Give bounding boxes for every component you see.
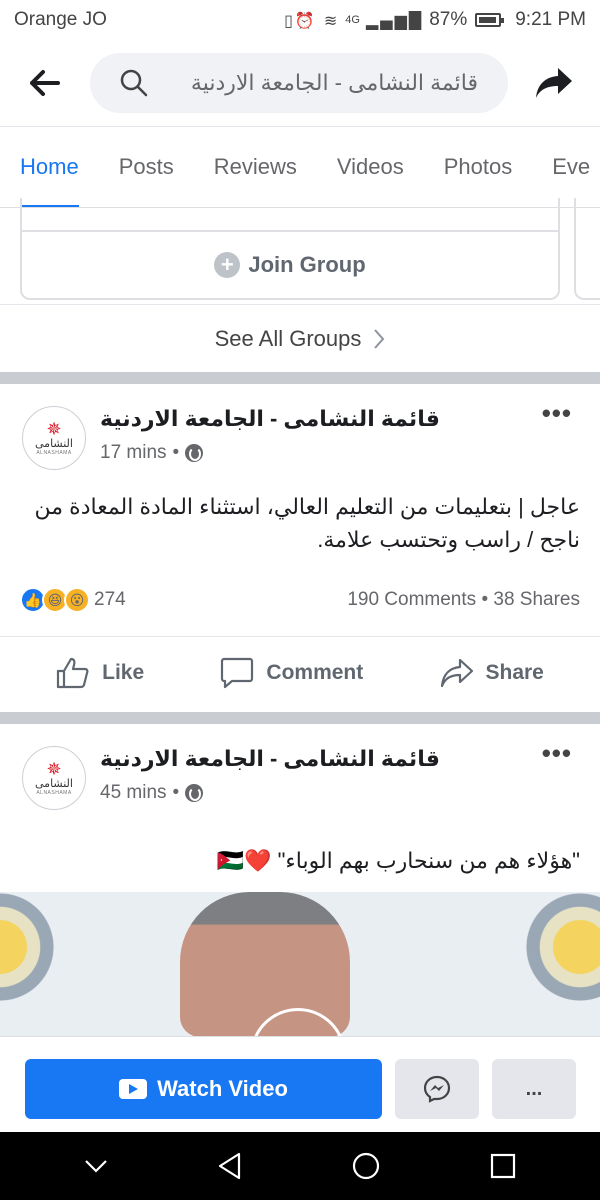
- chevron-right-icon: [374, 328, 385, 349]
- post-header: ✵ النشامى ALNASHAMA قائمة النشامى - الجا…: [0, 724, 600, 824]
- post-options-button[interactable]: •••: [542, 398, 572, 429]
- battery-percent: 87%: [429, 9, 468, 30]
- tab-events[interactable]: Eve: [552, 127, 590, 207]
- video-play-icon: [119, 1079, 148, 1099]
- battery-icon: [475, 13, 505, 27]
- chevron-down-icon[interactable]: [84, 1159, 108, 1173]
- share-arrow-icon: [440, 658, 473, 687]
- post-meta: 17 mins •: [100, 442, 204, 464]
- like-label: Like: [102, 660, 145, 684]
- feed-separator: [0, 712, 600, 724]
- watch-video-label: Watch Video: [157, 1076, 288, 1101]
- post-actions: Like Comment Share: [0, 636, 600, 708]
- shares-count[interactable]: 38 Shares: [493, 589, 580, 610]
- status-bar: Orange JO ▯⏰ ≋ 4G ▂▄▆█ 87% 9:21 PM: [0, 0, 600, 40]
- meta-dot: •: [172, 442, 180, 463]
- comment-label: Comment: [266, 660, 364, 684]
- system-status-icons: ▯⏰ ≋: [284, 10, 340, 30]
- see-all-groups-link[interactable]: See All Groups: [0, 304, 600, 372]
- tab-home[interactable]: Home: [20, 127, 79, 207]
- top-bar: قائمة النشامى - الجامعة الاردنية: [0, 40, 600, 126]
- emblem-image-right: [520, 892, 600, 1012]
- comment-button[interactable]: Comment: [220, 657, 363, 689]
- arrow-left-icon: [30, 70, 60, 96]
- avatar-logo-text: النشامى: [35, 777, 73, 790]
- messenger-button[interactable]: [395, 1059, 479, 1119]
- thumbs-up-icon: [57, 657, 89, 688]
- post-time[interactable]: 45 mins: [100, 782, 167, 804]
- star-logo-icon: ✵: [46, 758, 62, 779]
- post-text: "هؤلاء هم من سنحارب بهم الوباء" ❤️🇯🇴: [216, 848, 580, 873]
- engagement-stats: 190 Comments • 38 Shares: [347, 589, 580, 611]
- reactions-summary[interactable]: 👍 😆 😮 274 190 Comments • 38 Shares: [20, 580, 580, 620]
- back-button[interactable]: [0, 40, 90, 126]
- network-type-label: 4G: [345, 14, 360, 26]
- tab-reviews[interactable]: Reviews: [214, 127, 297, 207]
- group-card-next[interactable]: [574, 198, 600, 300]
- more-options-button[interactable]: ...: [492, 1059, 576, 1119]
- avatar-logo-subtext: ALNASHAMA: [36, 450, 72, 457]
- post-author[interactable]: قائمة النشامى - الجامعة الاردنية: [100, 746, 440, 772]
- share-label: Share: [485, 660, 544, 684]
- system-nav-bar: [0, 1132, 600, 1200]
- meta-dot: •: [172, 782, 180, 803]
- post-header: ✵ النشامى ALNASHAMA قائمة النشامى - الجا…: [0, 384, 600, 484]
- reaction-icons-group: 👍 😆 😮 274: [20, 587, 126, 613]
- messenger-icon: [423, 1075, 451, 1103]
- recent-apps-icon[interactable]: [490, 1153, 516, 1179]
- post-meta: 45 mins •: [100, 782, 204, 804]
- comments-count[interactable]: 190 Comments: [347, 589, 476, 610]
- share-forward-icon: [536, 68, 572, 98]
- avatar[interactable]: ✵ النشامى ALNASHAMA: [22, 746, 86, 810]
- post-time[interactable]: 17 mins: [100, 442, 167, 464]
- watch-video-button[interactable]: Watch Video: [25, 1059, 382, 1119]
- clock: 9:21 PM: [515, 9, 586, 30]
- signal-icon: ▂▄▆█: [365, 10, 424, 30]
- star-logo-icon: ✵: [46, 418, 62, 439]
- video-thumbnail[interactable]: [0, 892, 600, 1037]
- page-tabs: Home Posts Reviews Videos Photos Eve: [0, 126, 600, 208]
- tab-videos[interactable]: Videos: [337, 127, 404, 207]
- back-triangle-icon[interactable]: [217, 1152, 243, 1180]
- status-icons-group: ▯⏰ ≋ 4G ▂▄▆█ 87% 9:21 PM: [284, 9, 586, 31]
- post-author[interactable]: قائمة النشامى - الجامعة الاردنية: [100, 406, 440, 432]
- stats-dot: •: [481, 589, 494, 610]
- post-1: ✵ النشامى ALNASHAMA قائمة النشامى - الجا…: [0, 384, 600, 712]
- like-button[interactable]: Like: [56, 657, 144, 689]
- globe-icon: [185, 784, 204, 802]
- search-box[interactable]: قائمة النشامى - الجامعة الاردنية: [90, 53, 508, 113]
- avatar-logo-subtext: ALNASHAMA: [36, 790, 72, 797]
- wow-reaction-icon: 😮: [64, 587, 90, 613]
- share-page-button[interactable]: [508, 40, 600, 126]
- share-button[interactable]: Share: [440, 658, 544, 688]
- join-group-label: Join Group: [248, 252, 366, 277]
- post-2: ✵ النشامى ALNASHAMA قائمة النشامى - الجا…: [0, 724, 600, 1037]
- feed-separator: [0, 372, 600, 384]
- group-card-divider: [22, 230, 558, 232]
- search-icon: [120, 69, 148, 97]
- tab-photos[interactable]: Photos: [444, 127, 513, 207]
- post-text: عاجل | بتعليمات من التعليم العالي، استثن…: [34, 494, 580, 552]
- groups-section: + Join Group See All Groups: [0, 198, 600, 372]
- globe-icon: [185, 444, 204, 462]
- reactions-count: 274: [94, 589, 126, 610]
- emblem-image-left: [0, 892, 60, 1012]
- join-group-button[interactable]: + Join Group: [22, 234, 558, 296]
- search-query-text: قائمة النشامى - الجامعة الاردنية: [190, 70, 478, 95]
- reaction-badges: 👍 😆 😮: [20, 587, 90, 613]
- cta-bar: Watch Video ...: [0, 1036, 600, 1132]
- comment-bubble-icon: [221, 657, 254, 688]
- see-all-groups-label: See All Groups: [214, 325, 362, 351]
- post-options-button[interactable]: •••: [542, 738, 572, 769]
- avatar[interactable]: ✵ النشامى ALNASHAMA: [22, 406, 86, 470]
- plus-icon: +: [214, 252, 241, 278]
- avatar-logo-text: النشامى: [35, 437, 73, 450]
- tab-posts[interactable]: Posts: [119, 127, 174, 207]
- carrier-label: Orange JO: [14, 9, 107, 30]
- home-circle-icon[interactable]: [351, 1151, 381, 1181]
- group-card: + Join Group: [20, 198, 560, 300]
